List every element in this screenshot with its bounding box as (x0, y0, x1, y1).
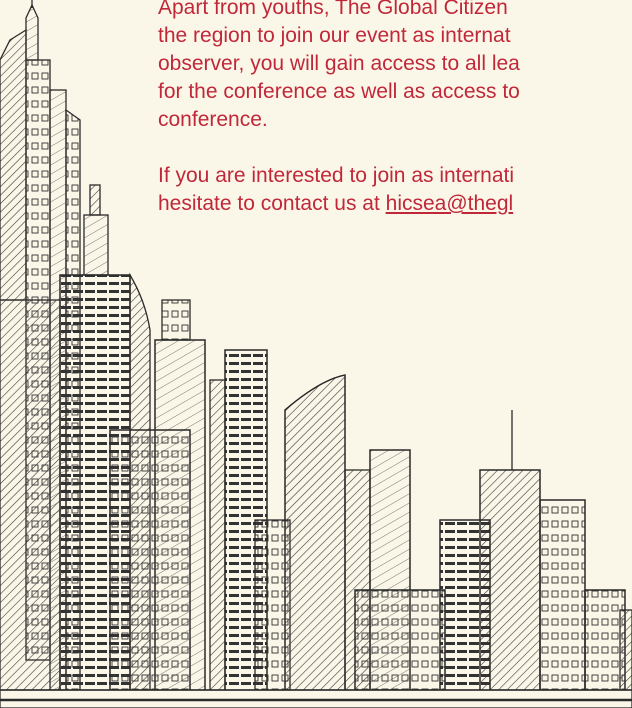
paragraph-1-line: for the conference as well as access to (158, 80, 520, 103)
body-text: Apart from youths, The Global Citizen th… (158, 0, 632, 218)
paragraph-1-line: observer, you will gain access to all le… (158, 52, 520, 75)
paragraph-1: Apart from youths, The Global Citizen th… (158, 0, 632, 134)
paragraph-2-line: hesitate to contact us at (158, 192, 386, 215)
paragraph-1-line: Apart from youths, The Global Citizen (158, 0, 508, 19)
paragraph-1-line: the region to join our event as internat (158, 24, 511, 47)
email-link[interactable]: hicsea@thegl (386, 192, 514, 215)
paragraph-2: If you are interested to join as interna… (158, 162, 632, 218)
paragraph-2-line: If you are interested to join as interna… (158, 164, 515, 187)
paragraph-1-line: conference. (158, 108, 268, 131)
page: Apart from youths, The Global Citizen th… (0, 0, 632, 708)
